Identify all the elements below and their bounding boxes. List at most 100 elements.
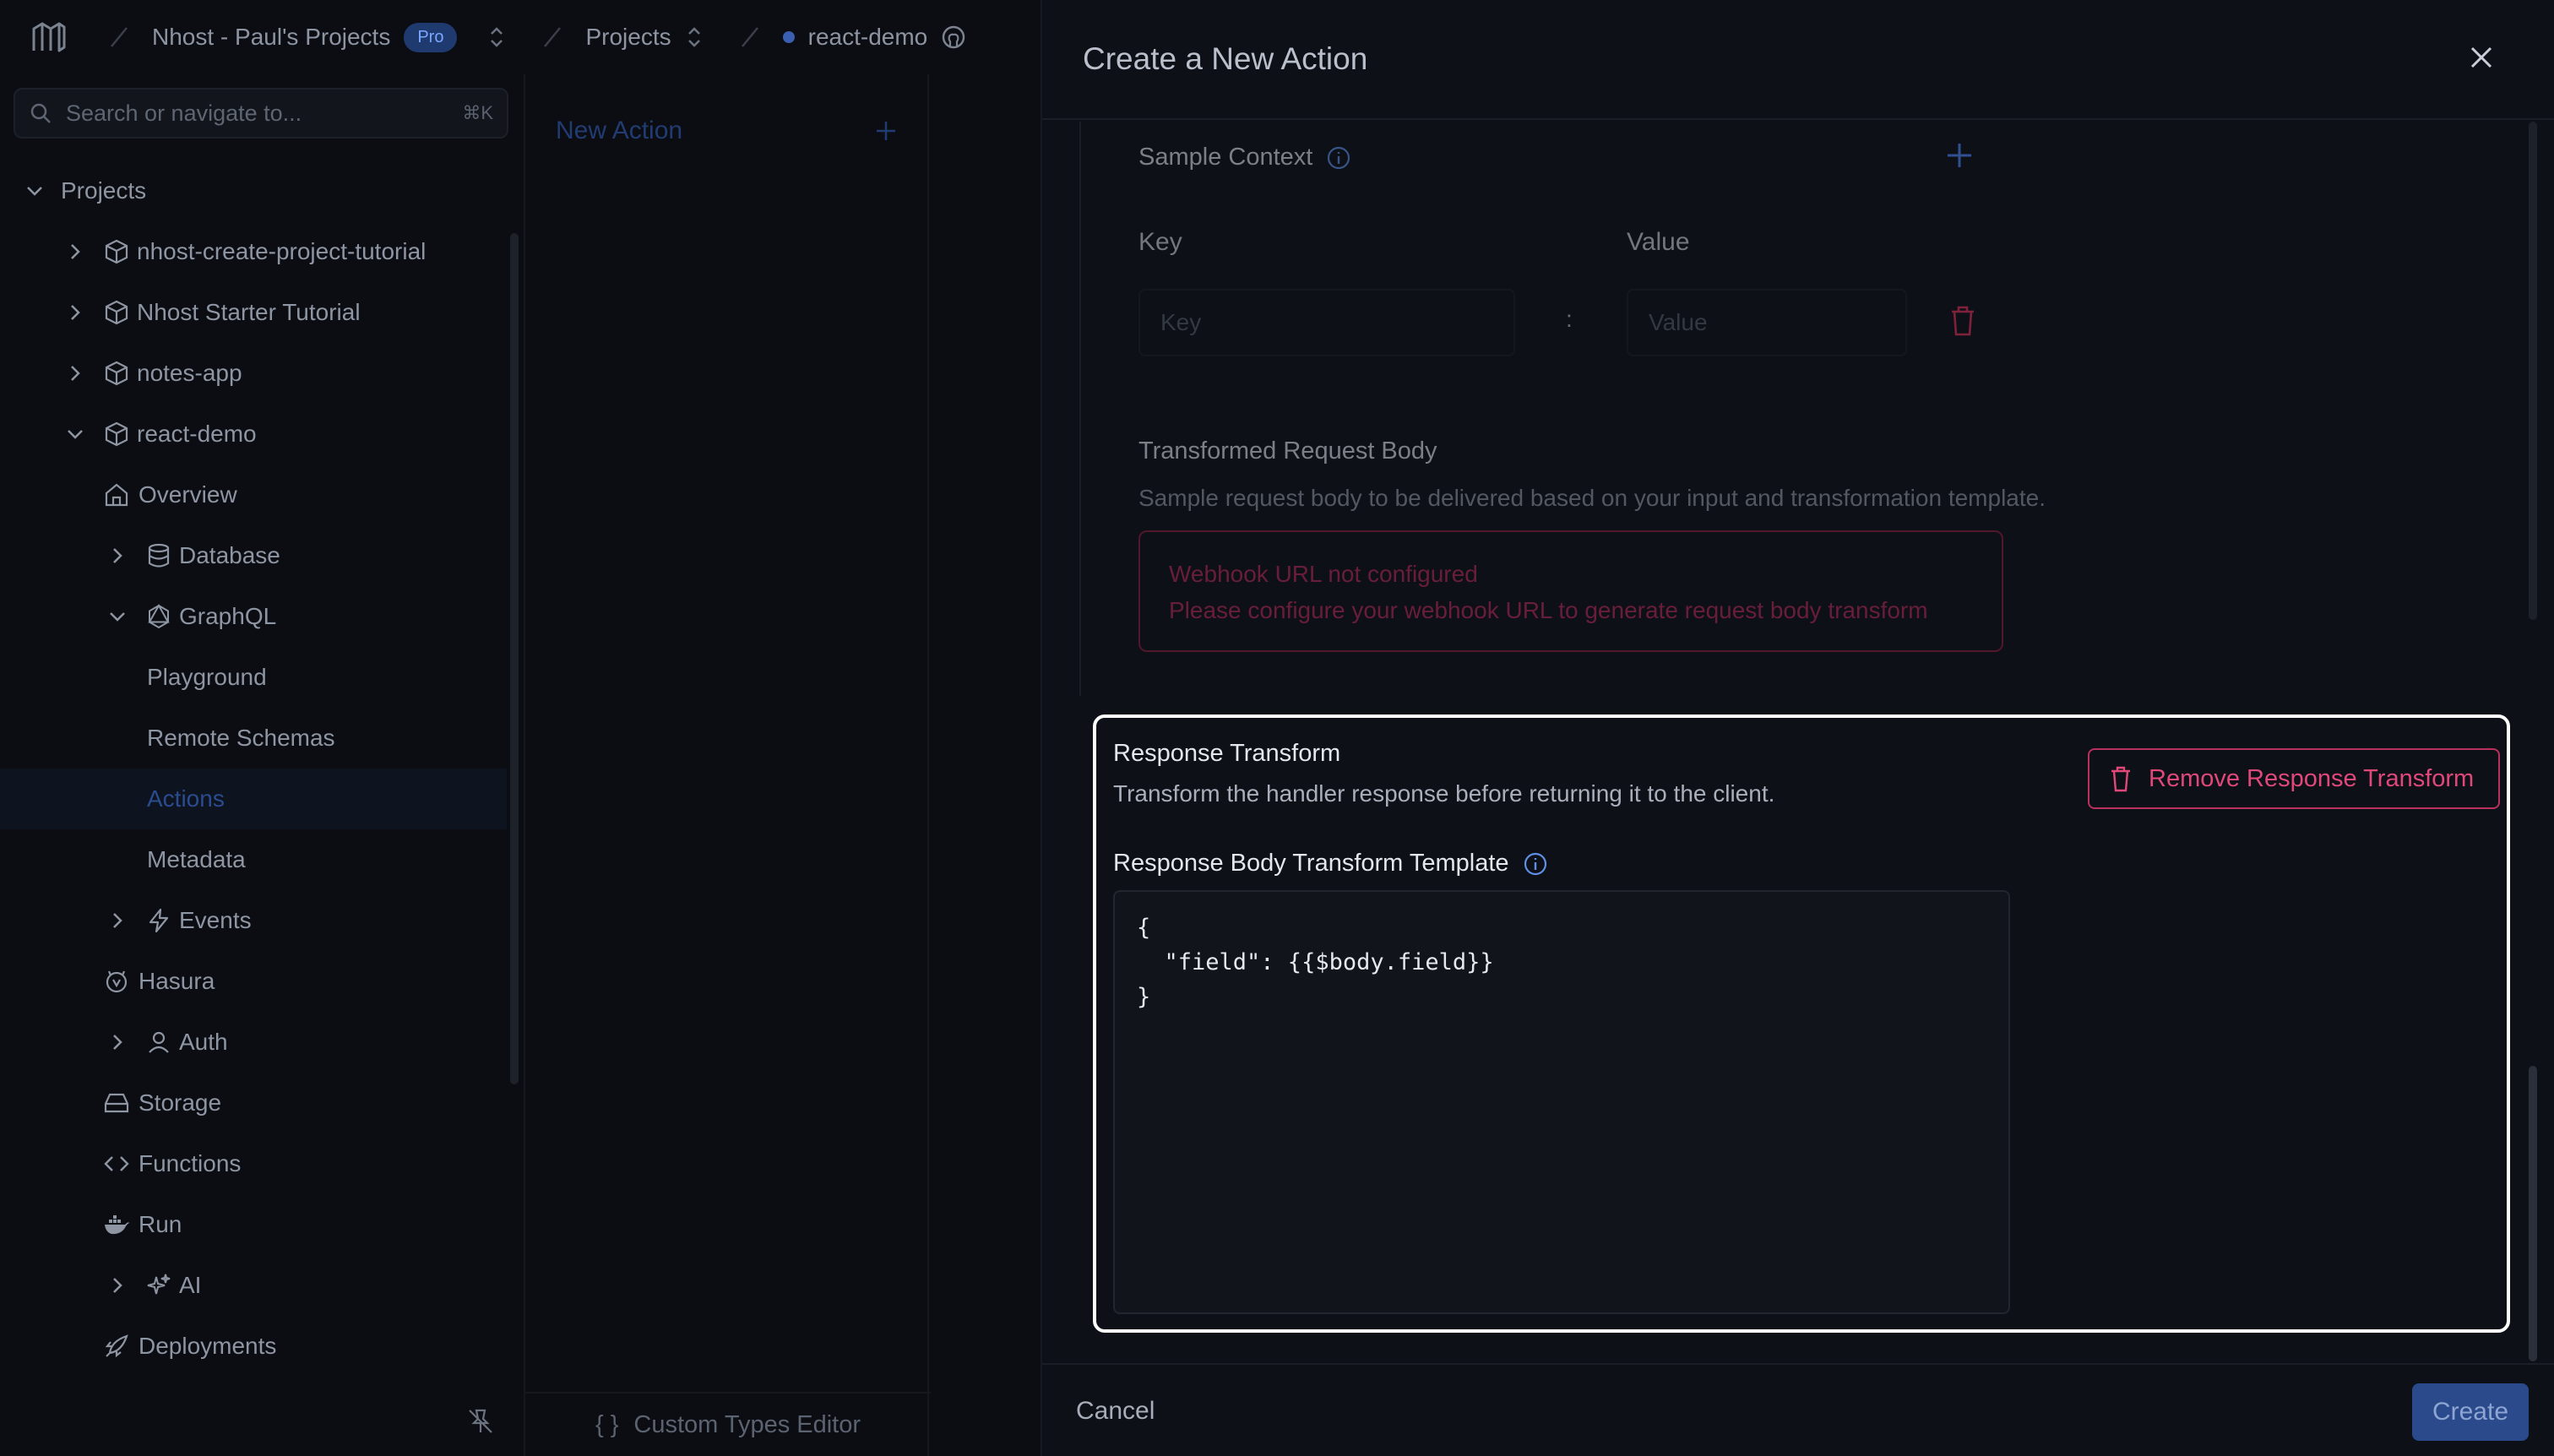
chevron-right-icon[interactable] (106, 910, 128, 932)
nav-overview[interactable]: Overview (0, 465, 507, 525)
breadcrumb-separator-icon (741, 27, 758, 47)
top-bar: Nhost - Paul's Projects Pro Projects rea… (0, 0, 1041, 74)
breadcrumb-separator-icon (544, 27, 562, 47)
projects-crumb[interactable]: Projects (585, 24, 671, 51)
org-name[interactable]: Nhost - Paul's Projects (152, 24, 390, 51)
info-icon[interactable] (1326, 145, 1351, 171)
drawer-scrollbar-track[interactable] (2529, 122, 2537, 620)
cancel-button[interactable]: Cancel (1076, 1397, 1155, 1426)
nav-functions[interactable]: Functions (0, 1133, 507, 1194)
custom-types-label: Custom Types Editor (633, 1410, 861, 1438)
add-context-plus-icon[interactable] (1943, 139, 1976, 172)
unpin-icon[interactable] (466, 1407, 495, 1436)
response-body-template-heading: Response Body Transform Template (1113, 850, 1548, 877)
tree-projects[interactable]: Projects (0, 160, 507, 221)
plus-icon[interactable] (872, 117, 900, 145)
search-input[interactable]: Search or navigate to... (66, 101, 302, 127)
search-shortcut: ⌘K (462, 102, 493, 123)
tree-label: Metadata (147, 846, 246, 872)
tree-label: Remote Schemas (147, 725, 335, 751)
chevron-right-icon[interactable] (64, 302, 86, 323)
github-icon[interactable] (941, 24, 966, 50)
drawer-header: Create a New Action (1042, 0, 2554, 120)
tree-label: react-demo (137, 421, 257, 447)
nav-metadata[interactable]: Metadata (0, 829, 507, 890)
sidebar-scrollbar[interactable] (510, 233, 519, 1084)
nav-tree: Projects nhost-create-project-tutorial N… (0, 160, 507, 1377)
nav-playground[interactable]: Playground (0, 647, 507, 708)
tree-project-2[interactable]: Nhost Starter Tutorial (0, 282, 507, 343)
chevron-right-icon[interactable] (106, 1274, 128, 1296)
tree-label: GraphQL (179, 603, 277, 629)
response-transform-desc: Transform the handler response before re… (1113, 780, 1775, 807)
nav-hasura[interactable]: Hasura (0, 951, 507, 1012)
nav-actions[interactable]: Actions (0, 769, 507, 829)
chevron-right-icon[interactable] (64, 241, 86, 263)
project-crumb[interactable]: react-demo (808, 24, 928, 51)
tree-label: nhost-create-project-tutorial (137, 238, 427, 264)
tree-label: Projects (61, 177, 147, 204)
key-column-label: Key (1138, 228, 1182, 256)
chevron-down-icon[interactable] (64, 423, 86, 445)
context-key-input[interactable]: Key (1138, 289, 1515, 356)
nav-ai[interactable]: AI (0, 1255, 507, 1316)
context-value-input[interactable]: Value (1627, 289, 1907, 356)
nhost-logo-icon[interactable] (29, 17, 69, 57)
drawer-scrollbar-thumb[interactable] (2529, 1066, 2537, 1361)
chevron-right-icon[interactable] (64, 362, 86, 384)
tree-project-4[interactable]: react-demo (0, 404, 507, 465)
kv-separator: : (1566, 306, 1573, 332)
user-icon (149, 1031, 169, 1053)
tree-label: Actions (147, 785, 225, 812)
nav-deployments[interactable]: Deployments (0, 1316, 507, 1377)
nav-storage[interactable]: Storage (0, 1073, 507, 1133)
chevron-down-icon[interactable] (24, 180, 46, 202)
tree-label: Nhost Starter Tutorial (137, 299, 361, 325)
org-switcher-icon[interactable] (487, 24, 506, 51)
chevron-right-icon[interactable] (106, 1031, 128, 1053)
response-template-editor[interactable]: { "field": {{$body.field}} } (1113, 890, 2010, 1314)
sidebar: Search or navigate to... ⌘K Projects nho… (0, 74, 524, 1456)
tree-label: Playground (147, 664, 267, 690)
tree-project-3[interactable]: notes-app (0, 343, 507, 404)
nav-run[interactable]: Run (0, 1194, 507, 1255)
actions-list-panel: New Action { } Custom Types Editor (524, 74, 931, 1456)
nav-auth[interactable]: Auth (0, 1012, 507, 1073)
create-button[interactable]: Create (2412, 1383, 2529, 1441)
section-divider (1079, 122, 1081, 696)
tree-label: Events (179, 907, 252, 933)
create-action-drawer: Create a New Action Sample Context Key V… (1041, 0, 2554, 1456)
home-icon (105, 483, 128, 507)
close-icon[interactable] (2466, 42, 2497, 73)
drawer-footer: Cancel Create (1042, 1363, 2554, 1456)
storage-icon (104, 1093, 129, 1113)
chevron-down-icon[interactable] (106, 606, 128, 627)
remove-response-transform-button[interactable]: Remove Response Transform (2088, 748, 2500, 809)
braces-icon: { } (595, 1410, 619, 1438)
nav-remote-schemas[interactable]: Remote Schemas (0, 708, 507, 769)
nav-graphql[interactable]: GraphQL (0, 586, 507, 647)
project-switcher-icon[interactable] (685, 24, 704, 51)
nav-database[interactable]: Database (0, 525, 507, 586)
transformed-request-body-desc: Sample request body to be delivered base… (1138, 485, 2046, 511)
hasura-icon (106, 970, 128, 993)
cube-icon (105, 239, 128, 264)
project-status-dot (782, 31, 795, 43)
tree-label: notes-app (137, 360, 242, 386)
info-icon[interactable] (1523, 851, 1548, 877)
response-transform-title: Response Transform (1113, 740, 1341, 767)
new-action-item[interactable]: New Action (556, 117, 682, 145)
graphql-icon (148, 603, 170, 629)
chevron-right-icon[interactable] (106, 545, 128, 567)
trash-icon[interactable] (1948, 304, 1978, 338)
search-icon (30, 103, 51, 123)
cube-icon (105, 300, 128, 325)
tree-label: Deployments (139, 1333, 277, 1359)
tree-project-1[interactable]: nhost-create-project-tutorial (0, 221, 507, 282)
warning-title: Webhook URL not configured (1169, 561, 1478, 587)
code-icon (104, 1156, 129, 1171)
tree-label: Run (139, 1211, 182, 1237)
custom-types-editor-button[interactable]: { } Custom Types Editor (525, 1392, 931, 1456)
search-bar[interactable]: Search or navigate to... ⌘K (14, 88, 508, 139)
nav-events[interactable]: Events (0, 890, 507, 951)
